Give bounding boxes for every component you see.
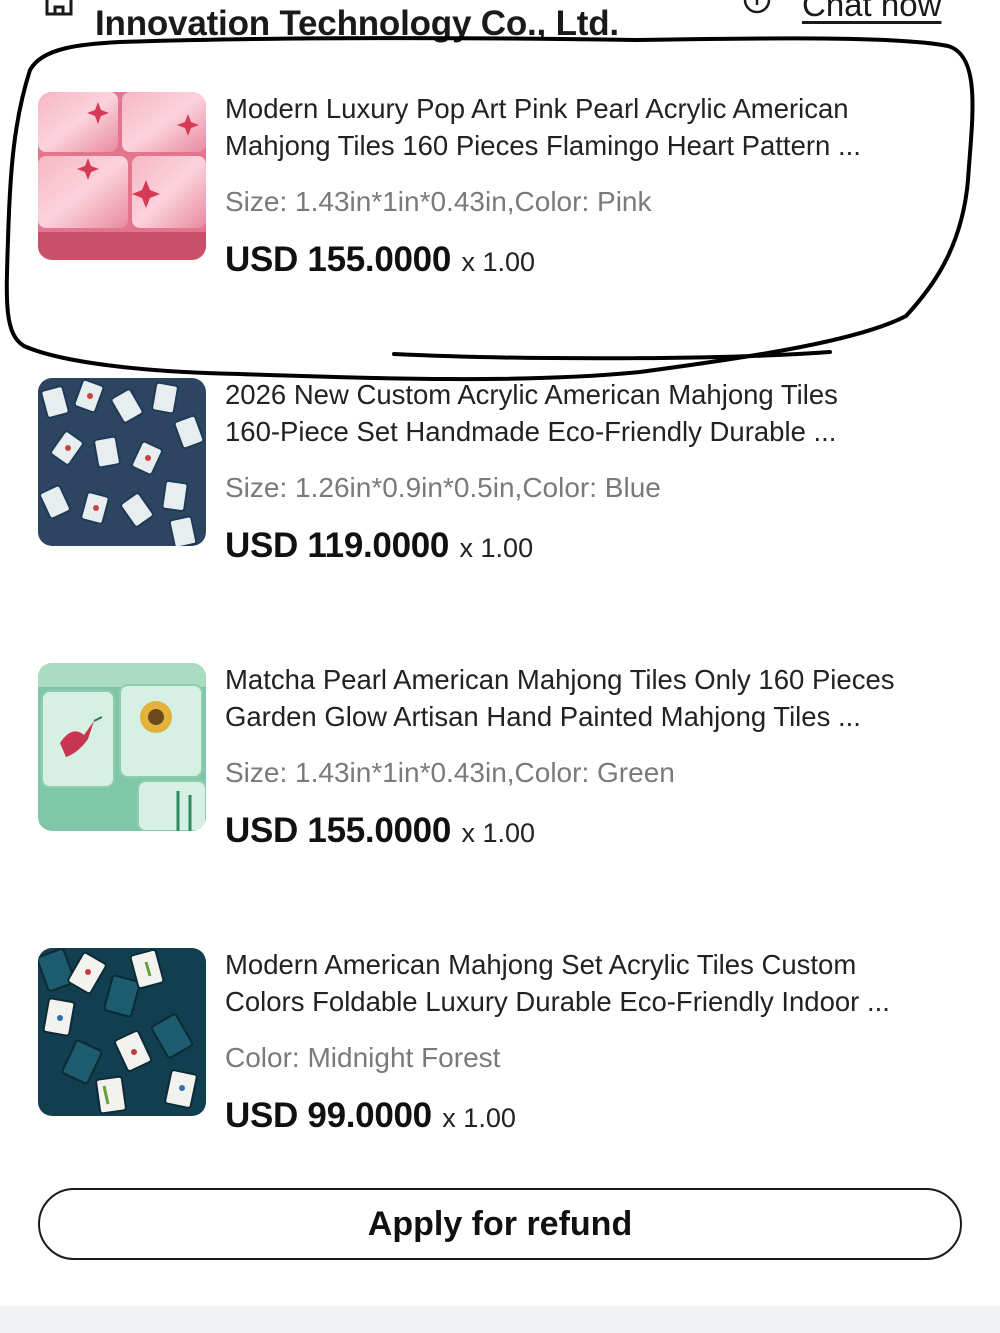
product-variant: Size: 1.43in*1in*0.43in,Color: Pink <box>225 186 652 217</box>
price-row: USD 155.0000 x 1.00 <box>225 811 535 851</box>
product-price: USD 155.0000 <box>225 811 452 850</box>
product-image[interactable] <box>38 378 206 546</box>
price-row: USD 99.0000 x 1.00 <box>225 1096 516 1136</box>
product-title[interactable]: 2026 New Custom Acrylic American Mahjong… <box>225 376 965 450</box>
product-variant: Size: 1.26in*0.9in*0.5in,Color: Blue <box>225 472 661 503</box>
store-icon <box>44 0 76 20</box>
product-title[interactable]: Matcha Pearl American Mahjong Tiles Only… <box>225 661 965 735</box>
order-item[interactable]: Modern American Mahjong Set Acrylic Tile… <box>0 946 1000 1146</box>
product-quantity: x 1.00 <box>459 533 534 563</box>
product-image[interactable] <box>38 948 206 1116</box>
store-header: Innovation Technology Co., Ltd. Chat now <box>0 0 1000 50</box>
apply-for-refund-button[interactable]: Apply for refund <box>38 1188 962 1260</box>
order-item[interactable]: Modern Luxury Pop Art Pink Pearl Acrylic… <box>0 90 1000 290</box>
chat-now-link[interactable]: Chat now <box>802 0 941 24</box>
product-variant: Color: Midnight Forest <box>225 1042 501 1073</box>
product-image[interactable] <box>38 92 206 260</box>
product-quantity: x 1.00 <box>442 1103 516 1133</box>
chat-bubble-icon[interactable] <box>742 0 772 18</box>
order-item[interactable]: 2026 New Custom Acrylic American Mahjong… <box>0 376 1000 576</box>
store-name[interactable]: Innovation Technology Co., Ltd. <box>95 4 619 44</box>
product-image[interactable] <box>38 663 206 831</box>
product-title[interactable]: Modern Luxury Pop Art Pink Pearl Acrylic… <box>225 90 965 164</box>
product-quantity: x 1.00 <box>461 247 536 277</box>
price-row: USD 155.0000 x 1.00 <box>225 240 535 280</box>
product-variant: Size: 1.43in*1in*0.43in,Color: Green <box>225 757 675 788</box>
product-quantity: x 1.00 <box>461 818 536 848</box>
bottom-bar <box>0 1306 1000 1333</box>
product-price: USD 99.0000 <box>225 1096 432 1135</box>
price-row: USD 119.0000 x 1.00 <box>225 526 533 566</box>
product-price: USD 119.0000 <box>225 526 450 565</box>
product-price: USD 155.0000 <box>225 240 452 279</box>
product-title[interactable]: Modern American Mahjong Set Acrylic Tile… <box>225 946 965 1020</box>
order-item[interactable]: Matcha Pearl American Mahjong Tiles Only… <box>0 661 1000 861</box>
